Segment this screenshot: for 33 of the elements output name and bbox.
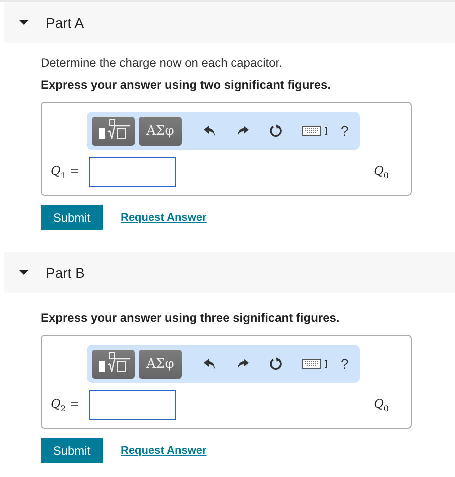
collapse-caret-icon[interactable] <box>19 20 29 25</box>
undo-icon[interactable] <box>203 125 217 137</box>
part-title: Part B <box>46 264 85 280</box>
units-label: Q$_{0}$ <box>374 164 389 180</box>
request-answer-link[interactable]: Request Answer <box>121 444 207 456</box>
units-label: Q$_{0}$ <box>374 396 389 414</box>
redo-icon[interactable] <box>236 358 250 370</box>
templates-button[interactable] <box>92 116 135 146</box>
help-button[interactable]: ? <box>341 356 349 372</box>
reset-icon[interactable] <box>269 357 283 371</box>
symbols-button[interactable]: ΑΣφ <box>139 350 182 378</box>
instruction-text: Express your answer using three significant figures. <box>41 311 341 325</box>
keyboard-icon[interactable] <box>302 126 328 136</box>
submit-button[interactable]: Submit <box>41 205 103 230</box>
part-header[interactable]: Part A <box>4 2 455 43</box>
answer-field[interactable] <box>89 157 176 187</box>
variable-label: Q$_{2}$ = <box>51 396 81 414</box>
templates-button[interactable] <box>92 350 135 378</box>
help-button[interactable]: ? <box>341 123 349 139</box>
submit-button[interactable]: Submit <box>41 438 103 463</box>
instruction-text: Express your answer using two significant figures. <box>41 78 332 92</box>
part-title: Part A <box>46 14 84 30</box>
request-answer-link[interactable]: Request Answer <box>121 212 207 224</box>
part-header[interactable]: Part B <box>4 252 455 293</box>
symbols-button[interactable]: ΑΣφ <box>139 116 182 146</box>
redo-icon[interactable] <box>236 125 250 137</box>
answer-field[interactable] <box>89 390 176 420</box>
variable-label: Q$_{1}$ = <box>51 164 81 180</box>
question-text: Determine the charge now on each capacitor. <box>41 56 284 70</box>
keyboard-icon[interactable] <box>302 359 328 369</box>
collapse-caret-icon[interactable] <box>19 270 29 275</box>
undo-icon[interactable] <box>203 358 217 370</box>
reset-icon[interactable] <box>269 124 283 138</box>
